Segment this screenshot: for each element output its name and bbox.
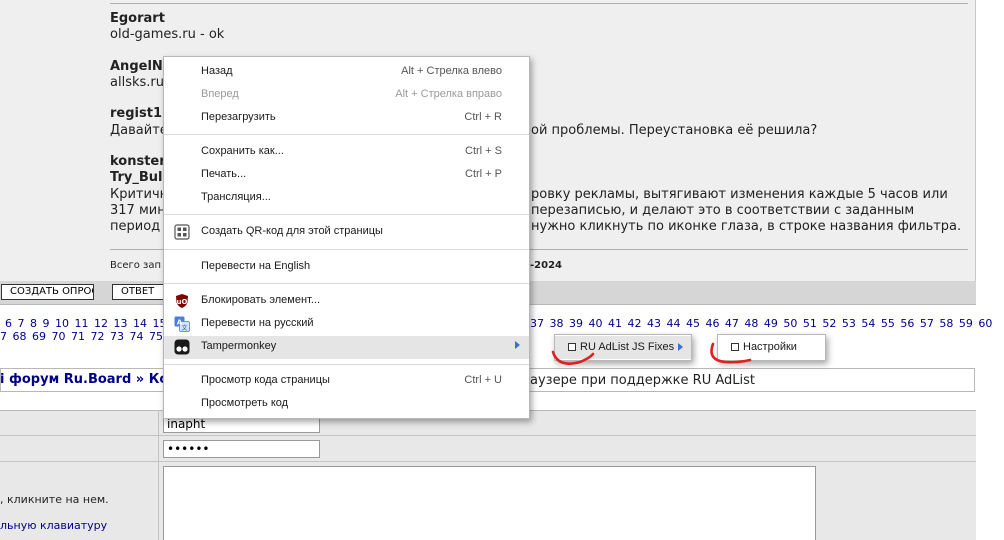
submenu-arrow-icon xyxy=(678,343,683,351)
menu-item-inspect[interactable]: Просмотреть код xyxy=(164,393,529,416)
total-posts-label: Всего зап xyxy=(110,260,162,271)
post-text: 317 мин xyxy=(110,203,166,218)
menu-item-label: Перевести на русский xyxy=(201,317,314,329)
menu-item-label: Перевести на English xyxy=(201,260,311,272)
breadcrumb[interactable]: i форум Ru.Board » Ко xyxy=(0,372,168,387)
svg-text:uO: uO xyxy=(177,298,188,306)
menu-separator xyxy=(164,364,529,365)
menu-separator xyxy=(164,134,529,135)
post-author-secondary[interactable]: Try_Bul xyxy=(110,170,162,185)
annotation-mark-icon xyxy=(710,342,752,364)
menu-item-label: Сохранить как... xyxy=(201,145,284,157)
submenu-arrow-icon xyxy=(515,341,520,349)
menu-item-cast[interactable]: Трансляция... xyxy=(164,187,529,210)
menu-item-label: Создать QR-код для этой страницы xyxy=(201,225,383,237)
post-text: Критичн xyxy=(110,187,169,202)
menu-item-back[interactable]: Назад Alt + Стрелка влево xyxy=(164,61,529,84)
menu-item-label: Трансляция... xyxy=(201,191,271,203)
menu-item-qr-code[interactable]: Создать QR-код для этой страницы xyxy=(164,221,529,244)
tampermonkey-icon xyxy=(174,339,190,355)
menu-separator xyxy=(164,283,529,284)
reply-button[interactable]: ОТВЕТ xyxy=(112,284,164,300)
pagination-row[interactable]: 6 7 8 9 10 11 12 13 14 15 1 xyxy=(5,317,179,330)
divider xyxy=(0,435,976,436)
post-author[interactable]: konster xyxy=(110,154,166,169)
pagination-row[interactable]: 37 38 39 40 41 42 43 44 45 46 47 48 49 5… xyxy=(530,317,992,330)
menu-item-block-element[interactable]: uO Блокировать элемент... xyxy=(164,290,529,313)
divider xyxy=(158,410,159,540)
translate-icon: A 文 xyxy=(174,316,190,332)
menu-item-save-as[interactable]: Сохранить как... Ctrl + S xyxy=(164,141,529,164)
menu-separator xyxy=(164,214,529,215)
menu-item-shortcut: Ctrl + U xyxy=(464,374,502,386)
divider xyxy=(0,461,976,462)
menu-item-reload[interactable]: Перезагрузить Ctrl + R xyxy=(164,107,529,130)
menu-item-label: Блокировать элемент... xyxy=(201,294,321,306)
menu-item-label: Назад xyxy=(201,65,233,77)
menu-item-label: Tampermonkey xyxy=(201,340,277,352)
virtual-keyboard-link[interactable]: льную клавиатуру xyxy=(0,519,107,532)
menu-item-shortcut: Ctrl + R xyxy=(464,111,502,123)
qr-code-icon xyxy=(174,224,190,240)
ublock-origin-icon: uO xyxy=(174,293,190,309)
form-hint: , кликните на нем. xyxy=(0,493,109,506)
menu-item-shortcut: Ctrl + S xyxy=(465,145,502,157)
post-text-continued: ровку рекламы, вытягивают изменения кажд… xyxy=(531,187,948,202)
divider xyxy=(110,3,968,4)
post-text: Давайте xyxy=(110,123,168,138)
svg-text:文: 文 xyxy=(181,324,187,332)
post-author[interactable]: regist1 xyxy=(110,106,162,121)
message-textarea[interactable] xyxy=(163,466,816,540)
annotation-mark-icon xyxy=(551,350,595,365)
post-text: old-games.ru - ok xyxy=(110,27,225,42)
menu-item-label: Печать... xyxy=(201,168,247,180)
total-date-label: -2024 xyxy=(530,260,562,271)
menu-item-translate-russian[interactable]: A 文 Перевести на русский xyxy=(164,313,529,336)
menu-item-label: Вперед xyxy=(201,88,239,100)
pagination-row[interactable]: 7 68 69 70 71 72 73 74 75 7 xyxy=(0,330,175,343)
menu-item-label: Просмотр кода страницы xyxy=(201,374,330,386)
post-text: allsks.ru xyxy=(110,75,164,90)
menu-item-label: Перезагрузить xyxy=(201,111,276,123)
post-text-continued: перезаписью, и делают это в соответствии… xyxy=(531,203,915,218)
post-text-continued: ой проблемы. Переустановка её решила? xyxy=(531,123,818,138)
menu-item-print[interactable]: Печать... Ctrl + P xyxy=(164,164,529,187)
menu-item-shortcut: Ctrl + P xyxy=(465,168,502,180)
menu-item-translate-english[interactable]: Перевести на English xyxy=(164,256,529,279)
menu-item-label: Просмотреть код xyxy=(201,397,289,409)
menu-separator xyxy=(164,249,529,250)
topic-title: аузере при поддержке RU AdList xyxy=(530,373,755,388)
menu-item-shortcut: Alt + Стрелка вправо xyxy=(395,88,502,100)
post-text: период xyxy=(110,219,161,234)
password-field[interactable]: •••••• xyxy=(163,440,320,458)
create-poll-button[interactable]: СОЗДАТЬ ОПРОС xyxy=(1,284,94,300)
post-author[interactable]: AngelN xyxy=(110,59,163,74)
menu-item-view-source[interactable]: Просмотр кода страницы Ctrl + U xyxy=(164,370,529,393)
context-menu: Назад Alt + Стрелка влево Вперед Alt + С… xyxy=(163,56,530,419)
menu-item-forward[interactable]: Вперед Alt + Стрелка вправо xyxy=(164,84,529,107)
post-text-continued: нужно кликнуть по иконке глаза, в строке… xyxy=(531,219,962,234)
post-author[interactable]: Egorart xyxy=(110,11,165,26)
menu-item-tampermonkey[interactable]: Tampermonkey xyxy=(164,336,529,359)
menu-item-shortcut: Alt + Стрелка влево xyxy=(401,65,502,77)
